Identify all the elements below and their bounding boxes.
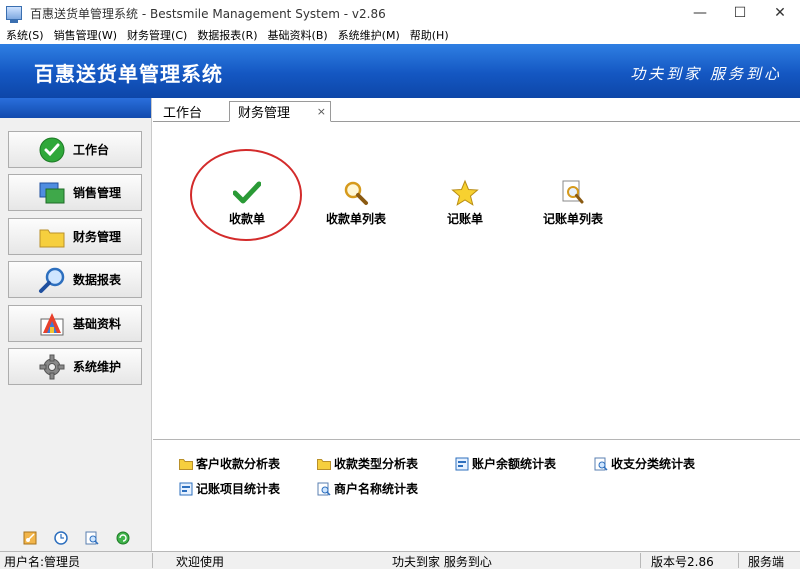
main-panel: 工作台 财务管理 × 收款单 收款单列表 记账单 记账单列表 客户收款分析表 收…: [153, 98, 800, 551]
sidebar-header: [0, 98, 151, 118]
function-receipt-list[interactable]: 收款单列表: [326, 178, 386, 227]
window-title: 百惠送货单管理系统 - Bestsmile Management System …: [30, 6, 386, 21]
tab-label: 工作台: [163, 106, 203, 121]
sidebar-item-maintenance[interactable]: 系统维护: [8, 348, 142, 385]
folder-icon: [179, 457, 193, 471]
gear-icon: [37, 352, 67, 382]
menu-finance[interactable]: 财务管理(C): [122, 27, 192, 43]
sidebar-item-label: 基础资料: [73, 317, 122, 331]
report-label: 商户名称统计表: [334, 482, 419, 496]
function-label: 收款单列表: [326, 212, 387, 226]
search-doc-icon: [558, 178, 588, 208]
sidebar-item-reports[interactable]: 数据报表: [8, 261, 142, 298]
search-doc-icon: [317, 482, 331, 496]
status-separator: [738, 553, 739, 568]
status-welcome: 欢迎使用: [176, 555, 225, 569]
report-label: 记账项目统计表: [196, 482, 281, 496]
magnifier-icon: [341, 178, 371, 208]
function-receipt[interactable]: 收款单: [229, 178, 265, 227]
star-icon: [450, 178, 480, 208]
maximize-button[interactable]: ☐: [720, 0, 760, 26]
function-bookkeeping-list[interactable]: 记账单列表: [543, 178, 603, 227]
minimize-button[interactable]: —: [680, 0, 720, 26]
tab-label: 财务管理: [238, 106, 291, 121]
menu-system[interactable]: 系统(S): [0, 27, 49, 43]
system-title: 百惠送货单管理系统: [34, 62, 223, 86]
function-label: 收款单: [229, 212, 266, 226]
status-version: 版本号2.86: [651, 555, 714, 569]
report-bookkeeping-items[interactable]: 记账项目统计表: [179, 480, 280, 497]
reports-panel: 客户收款分析表 收款类型分析表 账户余额统计表 收支分类统计表 记账项目统计表 …: [153, 439, 800, 551]
magnifier-icon: [37, 265, 67, 295]
search-doc-icon[interactable]: [85, 531, 99, 545]
status-user: 用户名:管理员: [4, 555, 81, 569]
status-separator: [152, 553, 153, 568]
report-account-balance[interactable]: 账户余额统计表: [455, 455, 556, 472]
menu-help[interactable]: 帮助(H): [405, 27, 454, 43]
report-merchant-name[interactable]: 商户名称统计表: [317, 480, 418, 497]
sidebar-item-finance[interactable]: 财务管理: [8, 218, 142, 255]
status-client: 服务端: [748, 555, 785, 569]
report-customer-receipt[interactable]: 客户收款分析表: [179, 455, 280, 472]
menu-maintenance[interactable]: 系统维护(M): [333, 27, 405, 43]
title-bar: 百惠送货单管理系统 - Bestsmile Management System …: [0, 0, 800, 26]
banner-slogan: 功夫到家 服务到心: [630, 65, 782, 83]
refresh-icon[interactable]: [116, 531, 130, 545]
sidebar-footer: [0, 531, 152, 545]
header-banner: 百惠送货单管理系统 功夫到家 服务到心: [0, 44, 800, 98]
tab-finance[interactable]: 财务管理 ×: [229, 101, 331, 122]
report-income-expense[interactable]: 收支分类统计表: [594, 455, 695, 472]
clock-icon[interactable]: [53, 531, 68, 545]
folder-icon: [317, 457, 331, 471]
report-label: 客户收款分析表: [196, 457, 281, 471]
close-button[interactable]: ✕: [760, 0, 800, 26]
sidebar: 工作台 销售管理 财务管理 数据报表 基础资料 系统维护: [0, 98, 152, 551]
menu-bar: 系统(S) 销售管理(W) 财务管理(C) 数据报表(R) 基础资料(B) 系统…: [0, 26, 800, 44]
function-label: 记账单: [447, 212, 484, 226]
report-label: 收款类型分析表: [334, 457, 419, 471]
status-bar: 用户名:管理员 欢迎使用 功夫到家 服务到心 版本号2.86 服务端: [0, 551, 800, 569]
menu-sales[interactable]: 销售管理(W): [49, 27, 122, 43]
key-icon[interactable]: [23, 531, 37, 545]
sidebar-item-label: 工作台: [73, 143, 110, 157]
folder-icon: [37, 222, 67, 252]
function-bookkeeping[interactable]: 记账单: [447, 178, 483, 227]
report-label: 收支分类统计表: [611, 457, 696, 471]
tab-workbench[interactable]: 工作台: [163, 101, 202, 122]
sidebar-item-workbench[interactable]: 工作台: [8, 131, 142, 168]
windows-icon: [37, 178, 67, 208]
sidebar-item-basic-data[interactable]: 基础资料: [8, 305, 142, 342]
report-icon: [179, 482, 193, 496]
tab-bar: 工作台 财务管理 ×: [153, 98, 800, 122]
palette-icon: [37, 309, 67, 339]
search-doc-icon: [594, 457, 608, 471]
monitor-icon: [6, 6, 22, 23]
close-tab-icon[interactable]: ×: [317, 105, 326, 118]
menu-basic-data[interactable]: 基础资料(B): [263, 27, 333, 43]
function-label: 记账单列表: [543, 212, 604, 226]
sidebar-item-label: 系统维护: [73, 360, 122, 374]
status-slogan: 功夫到家 服务到心: [392, 555, 492, 569]
window-controls: — ☐ ✕: [680, 0, 800, 26]
report-label: 账户余额统计表: [472, 457, 557, 471]
checkmark-icon: [232, 178, 262, 208]
sidebar-item-sales[interactable]: 销售管理: [8, 174, 142, 211]
status-separator: [640, 553, 641, 568]
sidebar-item-label: 财务管理: [73, 230, 122, 244]
report-receipt-type[interactable]: 收款类型分析表: [317, 455, 418, 472]
check-circle-icon: [37, 135, 67, 165]
report-icon: [455, 457, 469, 471]
sidebar-item-label: 数据报表: [73, 273, 122, 287]
menu-reports[interactable]: 数据报表(R): [192, 27, 262, 43]
sidebar-item-label: 销售管理: [73, 186, 122, 200]
